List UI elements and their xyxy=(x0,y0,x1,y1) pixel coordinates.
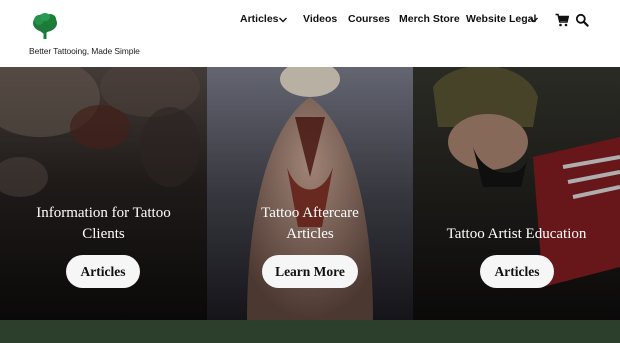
nav-website-legal[interactable]: Website Legal xyxy=(466,13,536,25)
panel-title: Information for Tattoo Clients xyxy=(0,203,207,245)
site-tagline: Better Tattooing, Made Simple xyxy=(29,46,140,56)
panel-title: Tattoo Artist Education xyxy=(413,224,620,245)
articles-button[interactable]: Articles xyxy=(480,255,554,288)
nav-articles[interactable]: Articles xyxy=(240,13,279,25)
chevron-down-icon[interactable] xyxy=(278,16,288,24)
panel-title-line: Articles xyxy=(286,226,334,242)
learn-more-button[interactable]: Learn More xyxy=(262,255,358,288)
tree-icon xyxy=(33,13,57,39)
panel-title-line: Tattoo Aftercare xyxy=(261,205,359,221)
nav-courses[interactable]: Courses xyxy=(348,13,390,25)
search-icon[interactable] xyxy=(575,13,589,27)
chevron-down-icon[interactable] xyxy=(529,16,539,24)
panel-title-line: Clients xyxy=(82,226,125,242)
hero-panel-aftercare[interactable]: Tattoo Aftercare Articles Learn More xyxy=(207,67,413,320)
panel-title-line: Information for Tattoo xyxy=(36,205,171,221)
panel-title: Tattoo Aftercare Articles xyxy=(207,203,413,245)
footer-band xyxy=(0,320,620,343)
articles-button[interactable]: Articles xyxy=(66,255,140,288)
hero-section: Information for Tattoo Clients Articles xyxy=(0,67,620,320)
cart-icon[interactable] xyxy=(555,13,569,27)
nav-merch-store[interactable]: Merch Store xyxy=(399,13,460,25)
hero-panel-artist-education[interactable]: Tattoo Artist Education Articles xyxy=(413,67,620,320)
site-header: Better Tattooing, Made Simple Articles V… xyxy=(0,0,620,67)
panel-title-line: Tattoo Artist Education xyxy=(446,226,587,242)
hero-panel-clients[interactable]: Information for Tattoo Clients Articles xyxy=(0,67,207,320)
nav-videos[interactable]: Videos xyxy=(303,13,337,25)
site-logo[interactable]: Better Tattooing, Made Simple xyxy=(28,10,140,58)
